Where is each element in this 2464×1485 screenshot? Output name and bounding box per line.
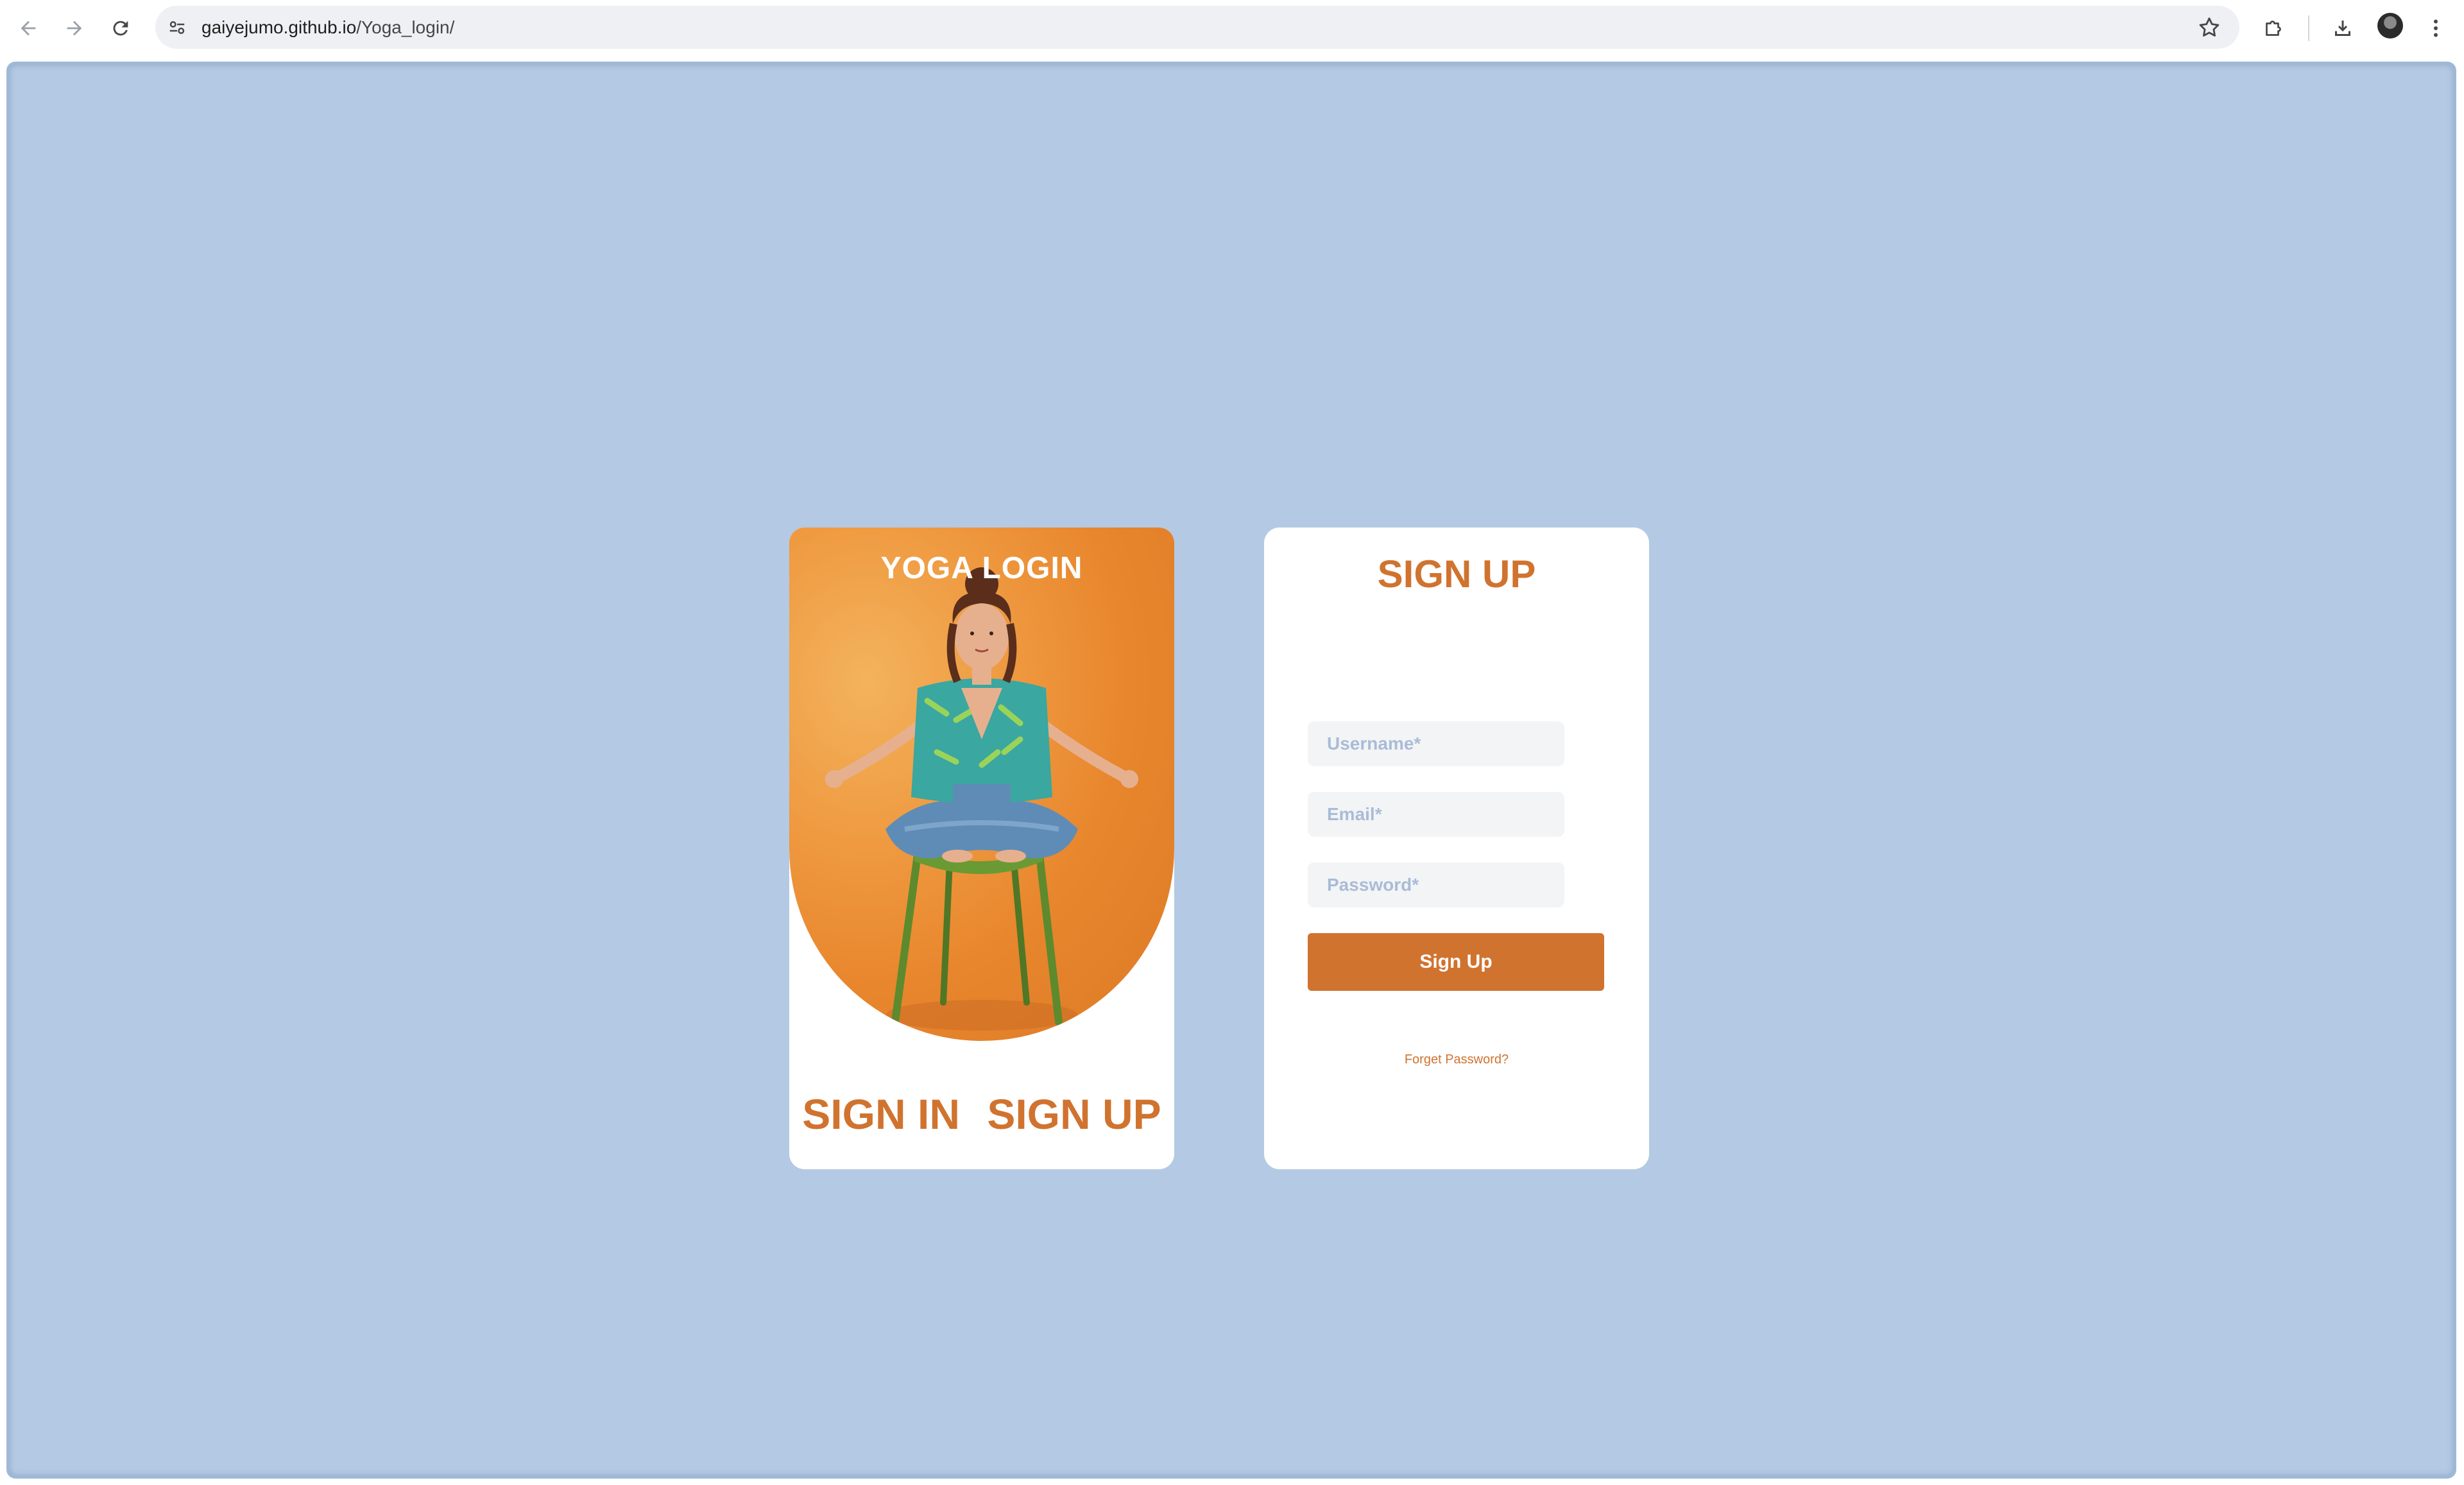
url-domain: gaiyejumo.github.io — [201, 17, 357, 37]
signup-form-card: SIGN UP Sign Up Forget Password? — [1264, 528, 1649, 1169]
password-input[interactable] — [1308, 863, 1564, 907]
sign-up-button[interactable]: Sign Up — [1308, 933, 1604, 991]
star-icon[interactable] — [2197, 15, 2221, 40]
yoga-woman-illustration — [825, 567, 1138, 1031]
tune-icon[interactable] — [164, 15, 190, 40]
extensions-button[interactable] — [2257, 12, 2290, 45]
auth-switch: SIGN IN SIGN UP — [789, 1090, 1174, 1138]
email-input[interactable] — [1308, 792, 1564, 837]
arrow-left-icon — [21, 21, 36, 36]
reload-icon — [113, 21, 128, 36]
downloads-button[interactable] — [2326, 12, 2359, 45]
forward-button[interactable] — [58, 12, 91, 45]
yoga-hero-card: YOGA LOGIN SIGN IN SIGN UP — [789, 528, 1174, 1169]
address-bar[interactable]: gaiyejumo.github.io/Yoga_login/ — [155, 6, 2239, 49]
sign-in-toggle[interactable]: SIGN IN — [802, 1090, 960, 1138]
sign-up-toggle[interactable]: SIGN UP — [987, 1090, 1161, 1138]
back-button[interactable] — [12, 12, 45, 45]
forgot-password-link[interactable]: Forget Password? — [1264, 1052, 1649, 1067]
toolbar-divider — [2308, 15, 2309, 41]
download-icon — [2335, 21, 2350, 36]
arrow-right-icon — [67, 21, 82, 36]
page-background: YOGA LOGIN SIGN IN SIGN UP SIGN UP Sign … — [9, 64, 2454, 1476]
form-title: SIGN UP — [1377, 553, 1536, 596]
username-input[interactable] — [1308, 721, 1564, 766]
kebab-menu-icon — [2434, 19, 2438, 37]
hero-title: YOGA LOGIN — [880, 551, 1083, 585]
puzzle-icon — [2266, 21, 2281, 36]
url-text: gaiyejumo.github.io/Yoga_login/ — [201, 15, 454, 40]
menu-button[interactable] — [2419, 12, 2452, 45]
yoga-hero-image: YOGA LOGIN — [789, 528, 1174, 1041]
url-path: /Yoga_login/ — [356, 17, 455, 37]
avatar-icon[interactable] — [2377, 13, 2403, 39]
reload-button[interactable] — [104, 12, 137, 45]
browser-toolbar: gaiyejumo.github.io/Yoga_login/ — [0, 0, 2464, 56]
